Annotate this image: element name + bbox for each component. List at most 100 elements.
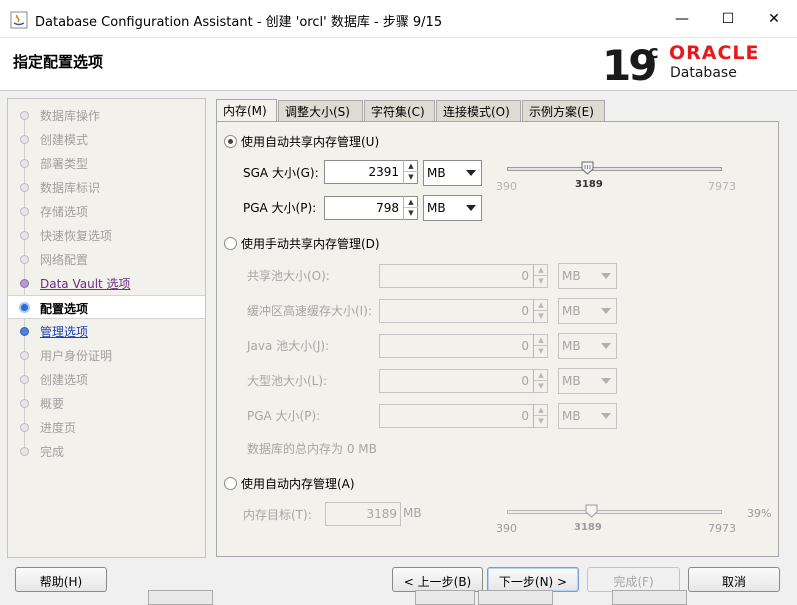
background-window-button — [415, 590, 475, 605]
sga-slider-thumb[interactable] — [581, 161, 594, 175]
background-window-button — [478, 590, 553, 605]
java-app-icon — [10, 11, 28, 29]
memory-target-input[interactable]: 3189 — [325, 502, 401, 526]
step-dot-icon — [20, 111, 29, 120]
manual-field-unit-select[interactable]: MB — [558, 333, 617, 359]
step-navigation: 数据库操作 创建模式 部署类型 数据库标识 存储选项 快速恢复选项 网络配置 Data Vau… — [7, 98, 206, 558]
tab-sizing[interactable]: 调整大小(S) — [278, 100, 363, 121]
manual-field-input[interactable]: 0 ▲ ▼ — [379, 369, 548, 393]
back-button[interactable]: < 上一步(B) — [392, 567, 483, 592]
pga-size-input[interactable]: 798 ▲ ▼ — [324, 196, 418, 220]
manual-field-label: 大型池大小(L): — [247, 374, 328, 388]
step-dot-icon — [20, 279, 29, 288]
manual-field-label: Java 池大小(J): — [247, 339, 330, 353]
minimize-icon: — — [675, 11, 689, 27]
nav-step-item: 存储选项 — [8, 199, 205, 223]
manual-shared-memory-radio[interactable] — [224, 237, 237, 250]
chevron-down-icon — [466, 170, 476, 176]
cancel-button[interactable]: 取消 — [688, 567, 780, 592]
memory-target-slider-track[interactable] — [507, 510, 722, 514]
pga-size-label: PGA 大小(P): — [243, 201, 317, 215]
step-dot-icon — [20, 159, 29, 168]
spinner-down-icon[interactable]: ▼ — [404, 171, 418, 183]
nav-step-label: 创建模式 — [40, 133, 89, 147]
nav-step-item[interactable]: 配置选项 — [8, 295, 205, 319]
tab-connection-mode[interactable]: 连接模式(O) — [436, 100, 521, 121]
logo-database: Database — [670, 65, 737, 81]
auto-shared-memory-label[interactable]: 使用自动共享内存管理(U) — [241, 133, 379, 150]
manual-field-unit-select[interactable]: MB — [558, 263, 617, 289]
nav-step-item: 概要 — [8, 391, 205, 415]
nav-step-item[interactable]: 管理选项 — [8, 319, 205, 343]
help-button[interactable]: 帮助(H) — [15, 567, 107, 592]
nav-step-item: 用户身份证明 — [8, 343, 205, 367]
minimize-button[interactable]: — — [659, 0, 705, 38]
sga-slider-track[interactable] — [507, 167, 722, 171]
step-dot-icon — [20, 255, 29, 264]
memory-target-value: 3189 — [366, 507, 397, 521]
manual-field-unit-select[interactable]: MB — [558, 298, 617, 324]
nav-step-item: 数据库操作 — [8, 103, 205, 127]
sga-size-input[interactable]: 2391 ▲ ▼ — [324, 160, 418, 184]
background-window-button — [148, 590, 213, 605]
manual-field-value: 0 — [521, 269, 529, 283]
memory-target-slider-thumb[interactable] — [585, 504, 598, 518]
step-dot-icon — [19, 302, 30, 313]
spinner-down-icon[interactable]: ▼ — [534, 380, 548, 392]
pga-unit-select[interactable]: MB — [423, 195, 482, 221]
manual-field-spinner[interactable]: ▲ ▼ — [533, 369, 548, 393]
step-dot-icon — [20, 327, 29, 336]
step-dot-icon — [20, 375, 29, 384]
manual-field-value: 0 — [521, 339, 529, 353]
spinner-down-icon[interactable]: ▼ — [404, 207, 418, 219]
nav-step-label: 部署类型 — [40, 157, 89, 171]
manual-field-unit-select[interactable]: MB — [558, 403, 617, 429]
memory-target-label: 内存目标(T): — [243, 508, 312, 522]
manual-field-spinner[interactable]: ▲ ▼ — [533, 334, 548, 358]
logo-version-suffix: c — [648, 42, 659, 63]
window-title: Database Configuration Assistant - 创建 'o… — [35, 15, 443, 30]
manual-field-value: 0 — [521, 304, 529, 318]
spinner-down-icon[interactable]: ▼ — [534, 275, 548, 287]
pga-size-spinner[interactable]: ▲ ▼ — [403, 196, 418, 220]
step-dot-icon — [20, 135, 29, 144]
tab-memory[interactable]: 内存(M) — [216, 99, 277, 122]
nav-step-label: 配置选项 — [40, 302, 89, 316]
nav-step-label: 数据库操作 — [40, 109, 101, 123]
tab-charset[interactable]: 字符集(C) — [364, 100, 435, 121]
auto-shared-memory-radio[interactable] — [224, 135, 237, 148]
spinner-down-icon[interactable]: ▼ — [534, 310, 548, 322]
spinner-down-icon[interactable]: ▼ — [534, 415, 548, 427]
manual-field-unit-select[interactable]: MB — [558, 368, 617, 394]
finish-button: 完成(F) — [587, 567, 680, 592]
manual-field-input[interactable]: 0 ▲ ▼ — [379, 299, 548, 323]
manual-field-label: 缓冲区高速缓存大小(I): — [247, 304, 372, 318]
chevron-down-icon — [601, 413, 611, 419]
manual-field-spinner[interactable]: ▲ ▼ — [533, 404, 548, 428]
nav-step-item[interactable]: Data Vault 选项 — [8, 271, 205, 295]
manual-field-input[interactable]: 0 ▲ ▼ — [379, 264, 548, 288]
sga-slider-min: 390 — [496, 180, 517, 193]
manual-field-spinner[interactable]: ▲ ▼ — [533, 264, 548, 288]
sga-unit-select[interactable]: MB — [423, 160, 482, 186]
spinner-down-icon[interactable]: ▼ — [534, 345, 548, 357]
auto-memory-radio[interactable] — [224, 477, 237, 490]
maximize-button[interactable]: ☐ — [705, 0, 751, 38]
step-dot-icon — [20, 399, 29, 408]
manual-field-input[interactable]: 0 ▲ ▼ — [379, 404, 548, 428]
page-title: 指定配置选项 — [13, 53, 104, 71]
sga-size-spinner[interactable]: ▲ ▼ — [403, 160, 418, 184]
next-button[interactable]: 下一步(N) > — [487, 567, 579, 592]
tab-sample-schemas[interactable]: 示例方案(E) — [522, 100, 605, 121]
manual-shared-memory-label[interactable]: 使用手动共享内存管理(D) — [241, 235, 380, 252]
memory-target-slider-min: 390 — [496, 522, 517, 535]
sga-slider-max: 7973 — [708, 180, 736, 193]
maximize-icon: ☐ — [721, 11, 735, 27]
close-button[interactable]: ✕ — [751, 0, 797, 38]
manual-field-label: 共享池大小(O): — [247, 269, 330, 283]
title-bar: Database Configuration Assistant - 创建 'o… — [0, 0, 797, 38]
manual-field-spinner[interactable]: ▲ ▼ — [533, 299, 548, 323]
manual-field-input[interactable]: 0 ▲ ▼ — [379, 334, 548, 358]
auto-memory-label[interactable]: 使用自动内存管理(A) — [241, 475, 355, 492]
nav-step-label: 存储选项 — [40, 205, 89, 219]
